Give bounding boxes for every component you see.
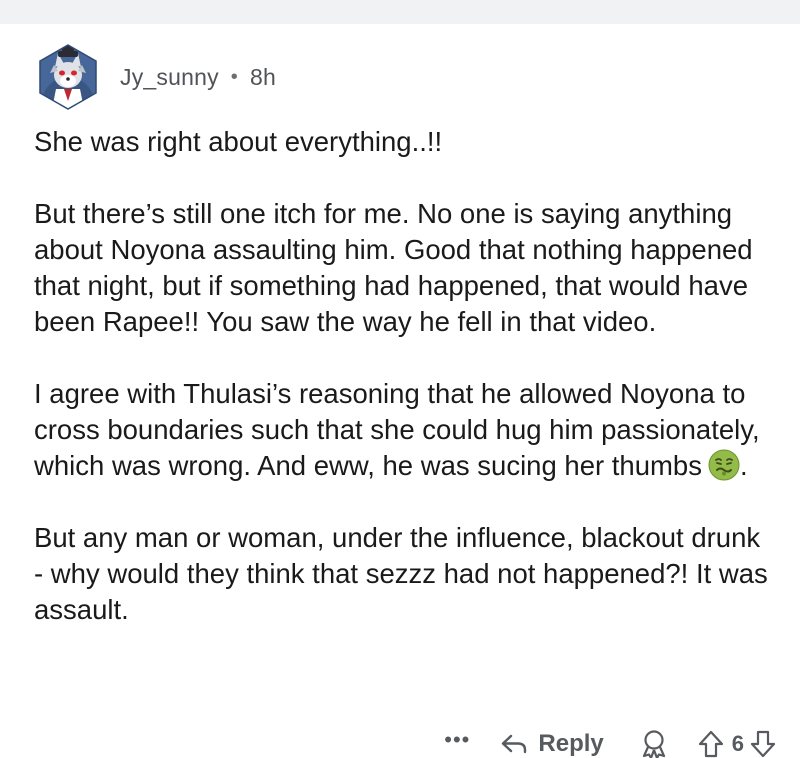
- comment-header: Jy_sunny • 8h: [34, 42, 276, 112]
- reply-label: Reply: [538, 730, 604, 757]
- comment-paragraph-text: I agree with Thulasi’s reasoning that he…: [34, 378, 760, 481]
- vote-count: 6: [731, 731, 744, 756]
- reply-arrow-icon: [502, 734, 527, 754]
- comment-paragraph-with-emoji: I agree with Thulasi’s reasoning that he…: [34, 376, 774, 484]
- upvote-icon[interactable]: [698, 730, 724, 758]
- award-icon: [642, 730, 665, 758]
- avatar[interactable]: [34, 43, 102, 111]
- comment-paragraph: But there’s still one itch for me. No on…: [34, 198, 753, 337]
- reply-button[interactable]: Reply: [500, 730, 604, 758]
- meta-line: Jy_sunny • 8h: [120, 64, 276, 91]
- comment-paragraph: She was right about everything..!!: [34, 126, 443, 157]
- meta-separator: •: [230, 65, 238, 88]
- comment-card: Jy_sunny • 8h She was right about everyt…: [0, 24, 800, 758]
- top-strip: [0, 0, 800, 24]
- paragraph-period: .: [739, 450, 748, 481]
- vote-group: 6: [698, 730, 776, 758]
- username[interactable]: Jy_sunny: [120, 64, 219, 91]
- comment-body: She was right about everything..!! But t…: [34, 124, 774, 628]
- comment-paragraph: But any man or woman, under the influenc…: [34, 522, 768, 625]
- timestamp: 8h: [249, 63, 276, 90]
- nauseated-face-icon: [708, 449, 740, 481]
- comment-actions: ••• Reply 6: [444, 724, 776, 758]
- more-options-button[interactable]: •••: [444, 729, 470, 758]
- downvote-icon[interactable]: [750, 730, 776, 758]
- award-button[interactable]: [640, 729, 668, 758]
